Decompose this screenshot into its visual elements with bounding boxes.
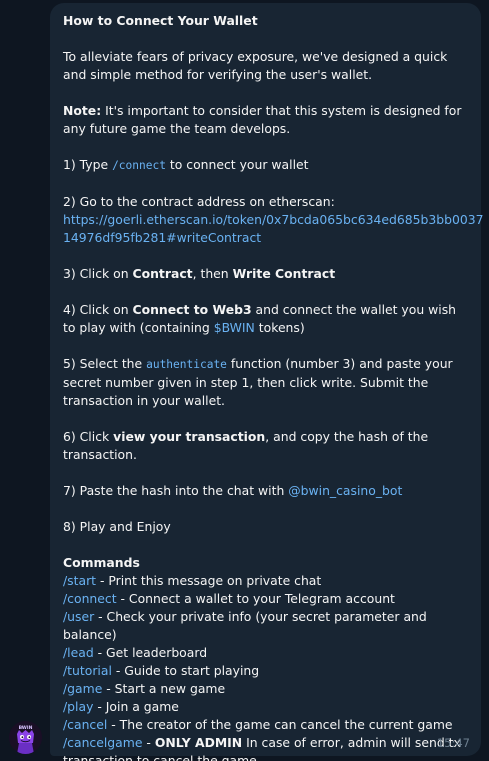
step-1-suffix: to connect your wallet — [165, 157, 309, 172]
step-1: 1) Type /connect to connect your wallet — [63, 156, 469, 175]
message-title: How to Connect Your Wallet — [63, 13, 258, 28]
command-link[interactable]: /cancel — [63, 717, 107, 732]
command-link[interactable]: /connect — [63, 591, 117, 606]
command-row: /connect - Connect a wallet to your Tele… — [63, 590, 469, 608]
purple-mascot-icon: BWIN — [9, 721, 42, 754]
step-4-suffix: tokens) — [254, 320, 305, 335]
command-link[interactable]: /lead — [63, 645, 94, 660]
etherscan-link-line-1[interactable]: https://goerli.etherscan.io/token/0x7bcd… — [63, 212, 484, 227]
command-row: /user - Check your private info (your se… — [63, 608, 469, 644]
note-text: It's important to consider that this sys… — [63, 103, 462, 136]
step-4: 4) Click on Connect to Web3 and connect … — [63, 301, 469, 337]
step-8: 8) Play and Enjoy — [63, 519, 171, 534]
command-link[interactable]: /play — [63, 699, 93, 714]
step-6-view-transaction: view your transaction — [113, 429, 266, 444]
step-2: 2) Go to the contract address on ethersc… — [63, 194, 335, 209]
command-link[interactable]: /game — [63, 681, 102, 696]
command-row: /cancel - The creator of the game can ca… — [63, 716, 469, 734]
command-row: /play - Join a game — [63, 698, 469, 716]
command-row-cancelgame: /cancelgame - ONLY ADMIN In case of erro… — [63, 734, 469, 761]
step-3-mid: , then — [192, 266, 233, 281]
step-3-prefix: 3) Click on — [63, 266, 133, 281]
command-description: - Start a new game — [102, 681, 226, 696]
etherscan-link[interactable]: https://goerli.etherscan.io/token/0x7bcd… — [63, 211, 484, 247]
step-7: 7) Paste the hash into the chat with @bw… — [63, 482, 469, 500]
step-3-contract: Contract — [132, 266, 193, 281]
step-6-prefix: 6) Click — [63, 429, 114, 444]
bwin-cashtag[interactable]: $BWIN — [214, 320, 255, 335]
authenticate-code[interactable]: authenticate — [146, 358, 227, 371]
command-description: - Get leaderboard — [93, 645, 208, 660]
commands-heading: Commands — [63, 555, 140, 570]
command-row: /lead - Get leaderboard — [63, 644, 469, 662]
step-5: 5) Select the authenticate function (num… — [63, 355, 469, 410]
commands-list: /start - Print this message on private c… — [63, 572, 469, 734]
bot-mention-link[interactable]: @bwin_casino_bot — [288, 483, 402, 498]
command-description: - Join a game — [93, 699, 179, 714]
note-paragraph: Note: It's important to consider that th… — [63, 102, 469, 138]
chat-area: How to Connect Your Wallet To alleviate … — [0, 0, 489, 761]
step-4-prefix: 4) Click on — [63, 302, 133, 317]
step-1-prefix: 1) Type — [63, 157, 113, 172]
step-3: 3) Click on Contract, then Write Contrac… — [63, 265, 469, 283]
scroll-edge — [0, 0, 489, 2]
step-7-prefix: 7) Paste the hash into the chat with — [63, 483, 289, 498]
avatar[interactable]: BWIN — [9, 721, 42, 754]
command-description: - Guide to start playing — [111, 663, 260, 678]
message-time: 15:47 — [436, 736, 470, 750]
intro-text: To alleviate fears of privacy exposure, … — [63, 49, 448, 82]
cancelgame-admin: ONLY ADMIN — [154, 735, 243, 750]
command-description: - The creator of the game can cancel the… — [107, 717, 453, 732]
command-description: - Connect a wallet to your Telegram acco… — [116, 591, 395, 606]
cancelgame-dash: - — [142, 735, 155, 750]
command-description: - Print this message on private chat — [96, 573, 322, 588]
command-row: /game - Start a new game — [63, 680, 469, 698]
step-3-write-contract: Write Contract — [232, 266, 336, 281]
note-label: Note: — [63, 103, 102, 118]
command-link[interactable]: /user — [63, 609, 94, 624]
message-bubble[interactable]: How to Connect Your Wallet To alleviate … — [50, 3, 484, 761]
command-row: /tutorial - Guide to start playing — [63, 662, 469, 680]
command-row: /start - Print this message on private c… — [63, 572, 469, 590]
command-link[interactable]: /start — [63, 573, 96, 588]
step-5-prefix: 5) Select the — [63, 356, 147, 371]
command-link[interactable]: /tutorial — [63, 663, 112, 678]
connect-code[interactable]: /connect — [112, 159, 166, 172]
command-description: - Check your private info (your secret p… — [63, 609, 427, 642]
step-4-connect-web3: Connect to Web3 — [132, 302, 252, 317]
command-link-cancelgame[interactable]: /cancelgame — [63, 735, 142, 750]
etherscan-link-line-2[interactable]: 14976df95fb281#writeContract — [63, 230, 261, 245]
step-6: 6) Click view your transaction, and copy… — [63, 428, 469, 464]
